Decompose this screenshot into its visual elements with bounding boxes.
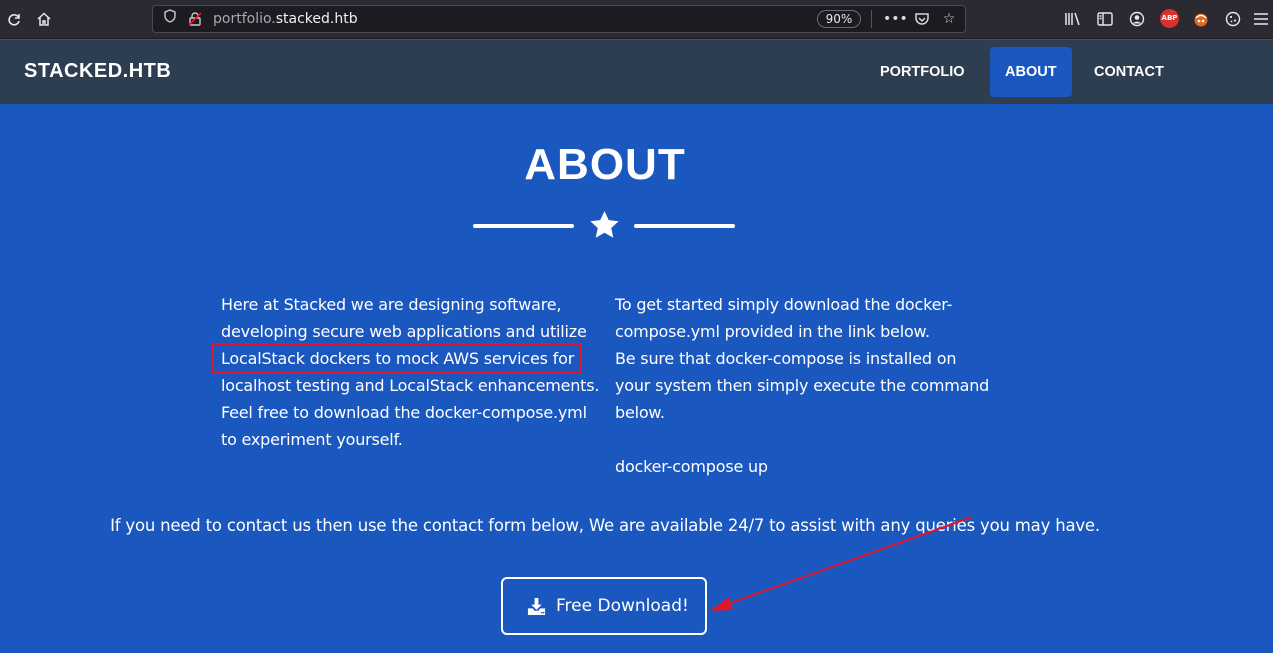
text-line: Feel free to download the docker-compose…: [221, 403, 587, 422]
site-brand[interactable]: STACKED.HTB: [24, 60, 171, 83]
site-navbar: STACKED.HTB PORTFOLIO ABOUT CONTACT: [0, 40, 1273, 104]
text-line: localhost testing and LocalStack enhance…: [221, 376, 600, 395]
contact-note: If you need to contact us then use the c…: [110, 516, 1100, 535]
bookmark-star-icon[interactable]: ☆: [938, 9, 960, 29]
library-icon[interactable]: [1062, 8, 1084, 30]
shield-icon[interactable]: [161, 9, 179, 29]
free-download-label: Free Download!: [556, 596, 689, 616]
text-line: compose.yml provided in the link below.: [615, 322, 930, 341]
url-host: stacked.htb: [275, 11, 358, 27]
text-line: to experiment yourself.: [221, 430, 403, 449]
nav-link-about[interactable]: ABOUT: [990, 47, 1072, 97]
more-icon[interactable]: •••: [883, 9, 908, 29]
adblock-icon[interactable]: ABP: [1160, 9, 1179, 28]
text-line: your system then simply execute the comm…: [615, 376, 990, 395]
annotation-highlight-box: [212, 343, 582, 374]
account-icon[interactable]: [1126, 8, 1148, 30]
about-text-right: To get started simply download the docke…: [615, 291, 989, 480]
address-bar[interactable]: portfolio.stacked.htb 90% ••• ☆: [152, 5, 966, 33]
url-subdomain: portfolio.: [213, 11, 276, 27]
star-icon: [590, 211, 619, 238]
extension-icon[interactable]: [1190, 8, 1212, 30]
command-text: docker-compose up: [615, 457, 768, 476]
section-title: ABOUT: [524, 140, 686, 189]
text-line: To get started simply download the docke…: [615, 295, 953, 314]
nav-link-portfolio[interactable]: PORTFOLIO: [865, 47, 980, 97]
zoom-level[interactable]: 90%: [817, 10, 861, 28]
urlbar-divider: [871, 10, 872, 28]
reload-icon[interactable]: [2, 7, 26, 31]
text-line-blank: [615, 426, 989, 453]
pocket-icon[interactable]: [911, 9, 933, 29]
free-download-button[interactable]: Free Download!: [501, 577, 707, 635]
divider-line-left: [473, 224, 574, 228]
menu-icon[interactable]: [1250, 8, 1272, 30]
download-icon: [527, 597, 546, 616]
sidebar-icon[interactable]: [1094, 8, 1116, 30]
text-line: Be sure that docker-compose is installed…: [615, 349, 957, 368]
nav-link-contact[interactable]: CONTACT: [1079, 47, 1179, 97]
url-text[interactable]: portfolio.stacked.htb: [213, 11, 358, 27]
divider-line-right: [634, 224, 735, 228]
cookie-icon[interactable]: [1222, 8, 1244, 30]
text-line: developing secure web applications and u…: [221, 322, 587, 341]
text-line: Here at Stacked we are designing softwar…: [221, 295, 562, 314]
text-line: below.: [615, 403, 665, 422]
home-icon[interactable]: [32, 7, 56, 31]
browser-toolbar: portfolio.stacked.htb 90% ••• ☆ ABP: [0, 0, 1273, 39]
insecure-lock-icon[interactable]: [187, 11, 203, 27]
